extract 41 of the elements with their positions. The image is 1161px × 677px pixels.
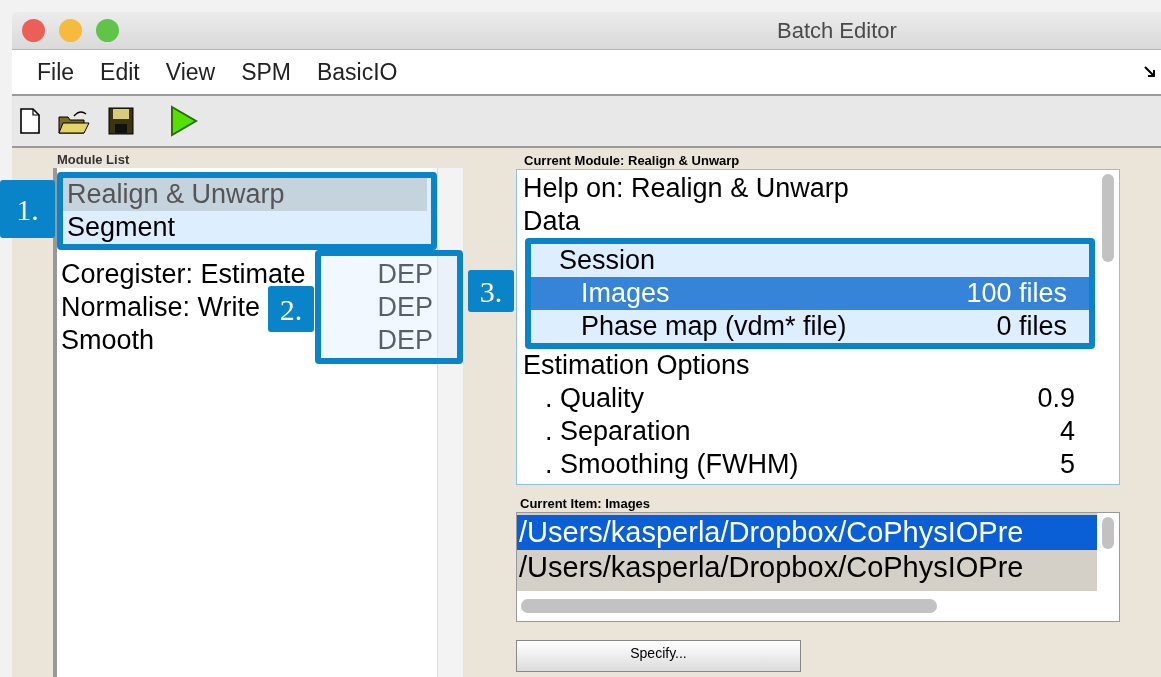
tree-row[interactable]: Help on: Realign & Unwarp — [517, 172, 1097, 205]
annotation-number: 2. — [268, 286, 314, 332]
save-icon[interactable] — [108, 107, 134, 135]
annotation-number: 1. — [0, 180, 55, 238]
run-icon[interactable] — [170, 105, 198, 137]
specify-button[interactable]: Specify... — [516, 640, 801, 672]
file-path-row[interactable]: /Users/kasperla/Dropbox/CoPhysIOPre — [517, 515, 1097, 550]
tree-row[interactable]: Phase map (vdm* file) 0 files — [531, 310, 1089, 343]
new-file-icon[interactable] — [20, 108, 40, 134]
menu-item[interactable]: View — [152, 54, 229, 90]
module-item[interactable]: Smooth — [57, 324, 155, 357]
dep-tag: DEP — [377, 324, 433, 357]
file-path-row[interactable]: /Users/kasperla/Dropbox/CoPhysIOPre — [517, 550, 1097, 585]
scrollbar-thumb[interactable] — [1102, 517, 1114, 549]
maximize-button[interactable] — [96, 19, 119, 42]
tree-row[interactable]: . Separation 4 — [517, 415, 1097, 448]
window-title: Batch Editor — [777, 17, 897, 45]
menu-item[interactable]: BasicIO — [304, 54, 411, 90]
panel-label: Current Module: Realign & Unwarp — [523, 152, 741, 169]
menu-item[interactable]: SPM — [228, 54, 304, 90]
annotation-number: 3. — [468, 270, 514, 312]
dock-arrow-icon[interactable] — [1143, 65, 1157, 79]
tree-row[interactable]: Estimation Options — [517, 349, 1097, 382]
dep-tag: DEP — [377, 291, 433, 324]
horizontal-scrollbar-thumb[interactable] — [521, 599, 937, 613]
panel-label: Current Item: Images — [519, 495, 652, 512]
tree-row[interactable]: . Quality 0.9 — [517, 382, 1097, 415]
scrollbar-thumb[interactable] — [1102, 174, 1114, 262]
tree-row[interactable]: Session — [531, 244, 1089, 277]
tree-row[interactable]: Data — [517, 205, 1097, 238]
menu-item[interactable]: Edit — [87, 54, 153, 90]
minimize-button[interactable] — [59, 19, 82, 42]
close-button[interactable] — [22, 19, 45, 42]
module-item[interactable]: Normalise: Write — [57, 291, 261, 324]
tree-row[interactable]: . Smoothing (FWHM) 5 — [517, 448, 1097, 481]
module-item[interactable]: Segment — [63, 211, 427, 244]
dep-tag: DEP — [377, 258, 433, 291]
module-item[interactable]: Realign & Unwarp — [63, 178, 427, 211]
tree-row[interactable]: Images 100 files — [531, 277, 1089, 310]
menu-item[interactable]: File — [24, 54, 88, 90]
panel-label: Module List — [56, 152, 131, 168]
